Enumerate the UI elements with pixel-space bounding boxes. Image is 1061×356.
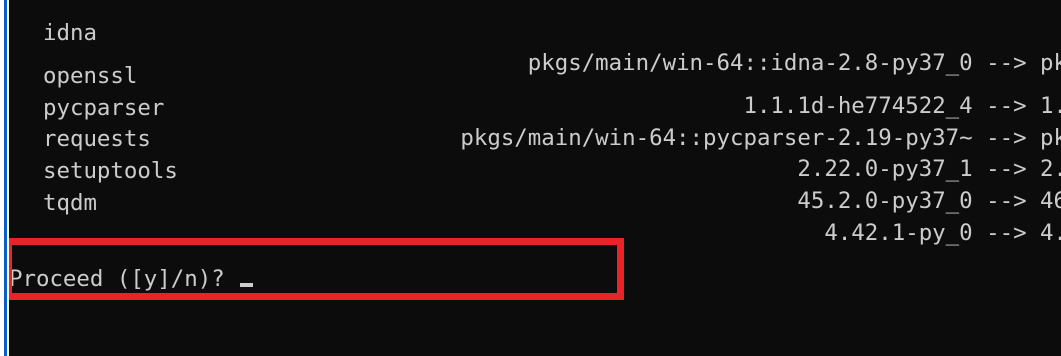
package-version-change: 45.2.0-py37_0 --> 46 bbox=[797, 188, 1061, 214]
highlight-annotation-box bbox=[9, 238, 624, 300]
window-left-border bbox=[0, 0, 9, 356]
package-row: requests 2.22.0-py37_1 --> 2. bbox=[9, 94, 1061, 182]
package-row: setuptools 45.2.0-py37_0 --> 46 bbox=[9, 126, 1061, 214]
package-row: tqdm 4.42.1-py_0 --> 4. bbox=[9, 158, 1061, 246]
terminal-window[interactable]: idna pkgs/main/win-64::idna-2.8-py37_0 -… bbox=[9, 0, 1061, 356]
package-version-change: 4.42.1-py_0 --> 4. bbox=[824, 220, 1061, 246]
window-edge-accent bbox=[4, 0, 7, 356]
package-name: tqdm bbox=[43, 190, 97, 216]
package-row: idna pkgs/main/win-64::idna-2.8-py37_0 -… bbox=[9, 0, 1061, 76]
package-row: openssl 1.1.1d-he774522_4 --> 1. bbox=[9, 31, 1061, 119]
package-row: pycparser pkgs/main/win-64::pycparser-2.… bbox=[9, 63, 1061, 151]
